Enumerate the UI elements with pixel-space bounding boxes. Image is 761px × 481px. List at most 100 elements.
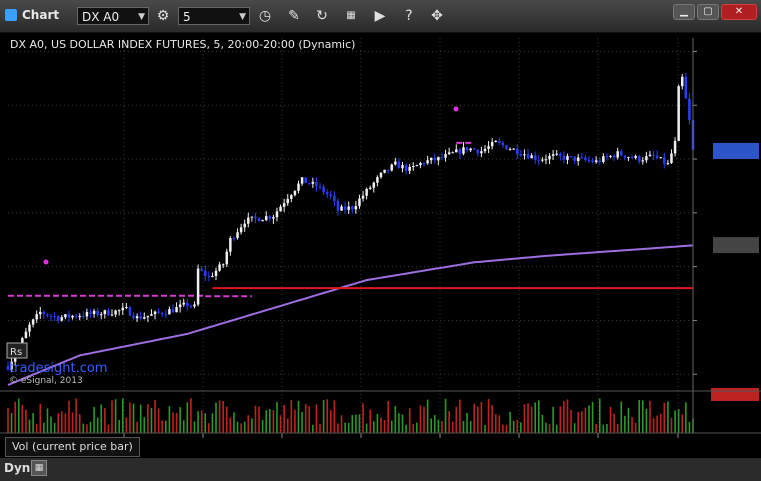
minimize-button[interactable]: ▁ [673,4,695,20]
candle-body [268,216,272,219]
volume-bar [685,402,687,433]
candle-body [139,316,142,319]
help-icon[interactable]: ? [398,6,420,26]
candle-body [537,159,541,161]
refresh-icon[interactable]: ↻ [311,6,333,26]
volume-bar [638,399,641,433]
pencil-icon[interactable]: ✎ [283,6,305,26]
chevron-down-icon: ▼ [239,12,246,22]
candle-body [469,148,472,151]
candle-body [343,206,347,210]
title-bar: Chart DX A0 ▼ ⚙ 5 ▼ ◷ ✎ ↻ ▦ ▶ ? ✥ ▁ ▢ ✕ [0,0,761,33]
volume-bar [670,417,673,433]
volume-bar [147,404,149,433]
volume-bar [283,405,285,433]
candle-body [178,304,182,308]
volume-bar [552,406,554,433]
volume-bar [337,423,339,433]
status-mode: Dyn [4,461,31,475]
grid-icon[interactable]: ▦ [31,460,47,476]
volume-bar [398,413,400,433]
volume-bar [455,406,458,433]
close-button[interactable]: ✕ [721,4,757,20]
candle-body [74,315,78,317]
candle-body [562,155,566,160]
candle-body [121,307,125,311]
candle-body [78,316,81,318]
volume-bar [154,399,156,433]
volume-bar [340,415,343,433]
candle-body [376,177,379,183]
chart-area[interactable]: DX A0, US DOLLAR INDEX FUTURES, 5, 20:00… [0,33,761,458]
candle-body [458,149,462,154]
candle-body [559,153,562,156]
watermark: tradesight.com [9,361,108,376]
candle-body [31,319,35,325]
candle-body [498,140,501,143]
play-icon[interactable]: ▶ [369,6,391,26]
volume-bar [111,400,113,433]
candle-body [196,268,200,305]
candle-body [594,160,598,163]
volume-bar [17,398,20,433]
candle-body [272,217,275,219]
volume-bar [441,420,443,433]
volume-bar [57,413,60,433]
candle-body [229,238,232,252]
candle-body [315,181,318,187]
volume-bar [444,398,447,433]
candle-body [386,169,390,171]
candle-body [451,152,454,154]
volume-bar [118,420,120,433]
candle-body [107,310,110,316]
rss-icon[interactable]: ▦ [340,6,362,26]
volume-bar [14,401,16,433]
volume-bar [555,424,558,433]
volume-bar [236,421,239,433]
candle-body [243,223,246,228]
candle-body [358,198,361,206]
symbol-combo[interactable]: DX A0 ▼ [77,7,149,25]
candle-body [175,307,178,313]
candle-body [677,86,680,141]
candle-body [659,157,662,159]
candle-body [275,211,279,218]
volume-bar [107,424,110,433]
link-icon[interactable]: ✥ [426,6,448,26]
symbol-value: DX A0 [82,10,120,24]
candle-body [623,155,627,158]
volume-bar [390,420,393,433]
settings-icon[interactable]: ⚙ [152,6,174,26]
candle-body [652,154,655,156]
volume-bar [243,421,246,433]
volume-bar [28,419,31,433]
candle-body [168,309,171,315]
interval-combo[interactable]: 5 ▼ [178,7,250,25]
volume-bar [487,399,490,433]
clock-icon[interactable]: ◷ [254,6,276,26]
candle-body [383,169,386,173]
volume-bar [139,404,142,433]
maximize-button[interactable]: ▢ [697,4,719,20]
volume-bar [329,410,332,433]
volume-panel-label[interactable]: Vol (current price bar) [5,437,140,457]
volume-bar [430,418,432,433]
app-icon [5,9,17,21]
volume-bar [179,407,181,433]
candle-body [49,315,53,317]
candle-body [587,159,591,161]
candle-body [476,149,480,154]
volume-bar [136,421,138,433]
candle-body [584,157,587,160]
candle-body [519,154,523,156]
candle-body [516,148,519,155]
volume-bar [451,421,454,433]
volume-bar [373,421,375,433]
volume-bar [21,404,24,433]
volume-bar [588,405,590,433]
candle-body [297,183,300,191]
volume-bar [595,423,597,433]
volume-bar [186,402,189,433]
volume-bar [681,414,684,433]
volume-bar [229,417,232,433]
